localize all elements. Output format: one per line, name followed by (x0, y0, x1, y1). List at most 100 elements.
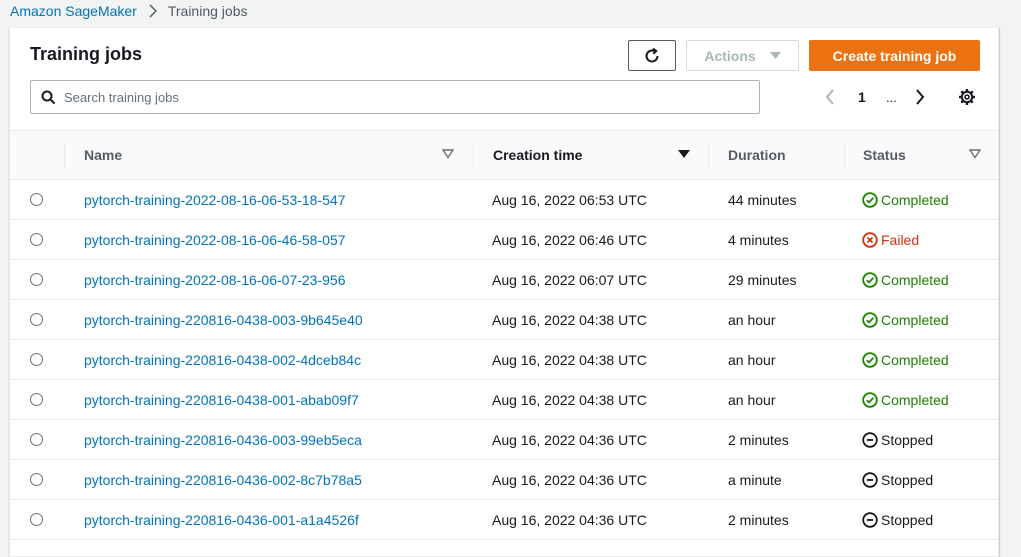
training-job-name-link[interactable]: pytorch-training-2022-08-16-06-07-23-956 (84, 260, 346, 300)
breadcrumb: Amazon SageMaker Training jobs (10, 0, 247, 22)
row-select-radio[interactable] (30, 233, 43, 246)
chevron-left-icon (825, 89, 834, 105)
actions-label: Actions (704, 47, 756, 64)
row-select-radio[interactable] (30, 433, 43, 446)
gear-icon (958, 88, 976, 106)
duration-cell: 4 minutes (728, 232, 789, 248)
duration-cell: an hour (728, 392, 776, 408)
status-badge: Completed (862, 300, 949, 340)
column-divider (473, 143, 474, 168)
check-circle-icon (862, 352, 878, 368)
creation-time-cell: Aug 16, 2022 04:36 UTC (492, 512, 647, 528)
row-select-radio[interactable] (30, 353, 43, 366)
sort-icon[interactable] (442, 149, 454, 159)
column-divider (708, 143, 709, 168)
training-job-name-link[interactable]: pytorch-training-2022-08-16-06-46-58-057 (84, 220, 346, 260)
column-header-duration[interactable]: Duration (728, 131, 786, 179)
table-header: Name Creation time Duration Status (10, 130, 998, 180)
training-jobs-panel: Training jobs Actions Create training jo… (9, 27, 999, 557)
status-badge: Completed (862, 260, 949, 300)
actions-dropdown[interactable]: Actions (686, 40, 799, 71)
table-row[interactable]: pytorch-training-220816-0438-002-4dceb84… (10, 340, 998, 380)
table-row[interactable]: pytorch-training-2022-08-16-06-46-58-057… (10, 220, 998, 260)
table-row[interactable]: pytorch-training-2022-08-16-06-07-23-956… (10, 260, 998, 300)
status-label: Completed (881, 192, 949, 208)
training-job-name-link[interactable]: pytorch-training-220816-0438-002-4dceb84… (84, 340, 361, 380)
breadcrumb-current: Training jobs (167, 3, 248, 19)
row-select-radio[interactable] (30, 313, 43, 326)
page-number-button[interactable]: 1 (858, 84, 866, 110)
training-job-name-link[interactable]: pytorch-training-220816-0436-002-8c7b78a… (84, 460, 362, 500)
duration-cell: 2 minutes (728, 512, 789, 528)
search-input[interactable] (64, 89, 714, 105)
training-job-name-link[interactable]: pytorch-training-220816-0436-003-99eb5ec… (84, 420, 362, 460)
row-select-radio[interactable] (30, 513, 43, 526)
duration-cell: 2 minutes (728, 432, 789, 448)
table-row[interactable]: pytorch-training-220816-0436-001-a1a4526… (10, 500, 998, 540)
column-header-creation-time[interactable]: Creation time (493, 131, 582, 179)
refresh-icon (643, 47, 661, 65)
refresh-button[interactable] (628, 40, 676, 71)
creation-time-cell: Aug 16, 2022 06:46 UTC (492, 232, 647, 248)
next-page-button[interactable] (915, 84, 925, 110)
status-badge: Stopped (862, 420, 933, 460)
row-select-radio[interactable] (30, 193, 43, 206)
creation-time-cell: Aug 16, 2022 04:38 UTC (492, 392, 647, 408)
breadcrumb-sagemaker-link[interactable]: Amazon SageMaker (10, 3, 137, 19)
page-title: Training jobs (30, 44, 143, 64)
column-divider (64, 143, 65, 168)
check-circle-icon (862, 392, 878, 408)
row-select-radio[interactable] (30, 273, 43, 286)
status-badge: Failed (862, 220, 919, 260)
duration-cell: 44 minutes (728, 192, 797, 208)
status-badge: Completed (862, 180, 949, 220)
status-badge: Stopped (862, 500, 933, 540)
stop-circle-icon (862, 512, 878, 528)
search-box (30, 80, 760, 114)
creation-time-cell: Aug 16, 2022 04:36 UTC (492, 472, 647, 488)
training-job-name-link[interactable]: pytorch-training-2022-08-16-06-53-18-547 (84, 180, 346, 220)
duration-cell: a minute (728, 472, 782, 488)
status-badge: Completed (862, 380, 949, 420)
pagination-ellipsis: ... (886, 89, 897, 105)
training-job-name-link[interactable]: pytorch-training-220816-0436-001-a1a4526… (84, 500, 359, 540)
table-row[interactable]: pytorch-training-220816-0436-003-99eb5ec… (10, 420, 998, 460)
sort-descending-icon[interactable] (678, 149, 690, 159)
table-row[interactable]: pytorch-training-2022-08-16-06-53-18-547… (10, 180, 998, 220)
row-select-radio[interactable] (30, 473, 43, 486)
check-circle-icon (862, 272, 878, 288)
creation-time-cell: Aug 16, 2022 06:53 UTC (492, 192, 647, 208)
table-row[interactable]: pytorch-training-220816-0438-003-9b645e4… (10, 300, 998, 340)
status-badge: Stopped (862, 460, 933, 500)
creation-time-cell: Aug 16, 2022 04:38 UTC (492, 352, 647, 368)
status-label: Completed (881, 352, 949, 368)
column-header-status[interactable]: Status (863, 131, 906, 179)
training-job-name-link[interactable]: pytorch-training-220816-0438-003-9b645e4… (84, 300, 363, 340)
creation-time-cell: Aug 16, 2022 06:07 UTC (492, 272, 647, 288)
status-label: Failed (881, 232, 920, 248)
duration-cell: an hour (728, 352, 776, 368)
check-circle-icon (862, 192, 878, 208)
previous-page-button[interactable] (825, 84, 835, 110)
stop-circle-icon (862, 472, 878, 488)
chevron-right-icon (916, 89, 925, 105)
create-training-job-button[interactable]: Create training job (809, 40, 980, 71)
training-job-name-link[interactable]: pytorch-training-220816-0438-001-abab09f… (84, 380, 359, 420)
column-divider (844, 143, 845, 168)
status-label: Completed (881, 312, 949, 328)
chevron-right-icon (149, 4, 158, 18)
status-label: Completed (881, 392, 949, 408)
creation-time-cell: Aug 16, 2022 04:38 UTC (492, 312, 647, 328)
stop-circle-icon (862, 432, 878, 448)
creation-time-cell: Aug 16, 2022 04:36 UTC (492, 432, 647, 448)
row-select-radio[interactable] (30, 393, 43, 406)
table-row[interactable]: pytorch-training-220816-0436-002-8c7b78a… (10, 460, 998, 500)
x-circle-icon (862, 232, 878, 248)
duration-cell: an hour (728, 312, 776, 328)
status-label: Stopped (881, 472, 934, 488)
sort-icon[interactable] (969, 149, 981, 159)
status-label: Stopped (881, 512, 934, 528)
preferences-button[interactable] (958, 84, 976, 110)
column-header-name[interactable]: Name (84, 131, 122, 179)
table-row[interactable]: pytorch-training-220816-0438-001-abab09f… (10, 380, 998, 420)
